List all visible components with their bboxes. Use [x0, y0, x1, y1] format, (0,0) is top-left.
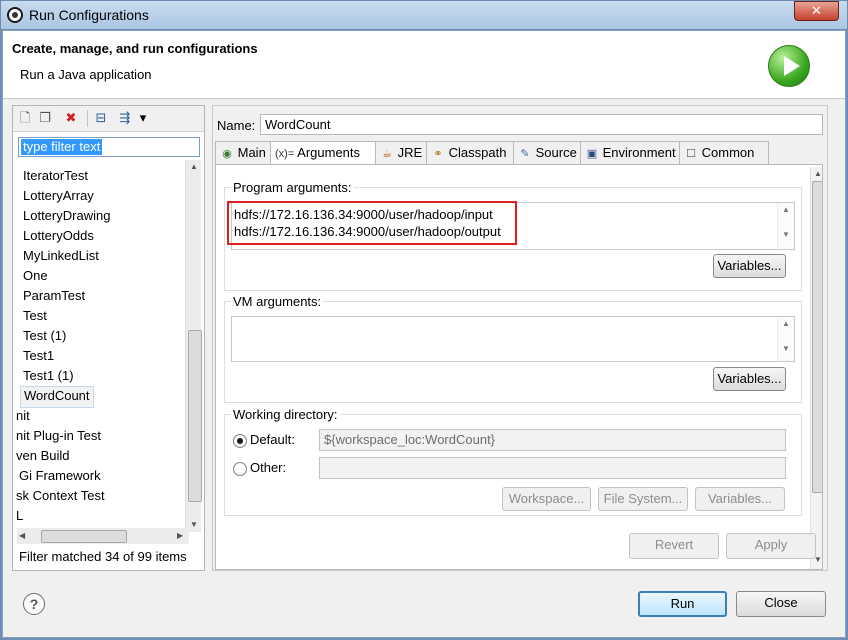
main-tab-icon: ◉	[222, 148, 232, 160]
other-radio[interactable]	[233, 462, 247, 476]
collapse-all-icon[interactable]: ⊟	[93, 110, 109, 126]
list-item[interactable]: Test1 (1)	[20, 366, 77, 386]
content-scroll-thumb[interactable]	[812, 181, 822, 493]
tab-main-label: Main	[237, 145, 266, 160]
scroll-up-icon[interactable]: ▲	[814, 169, 822, 178]
default-label: Default:	[250, 432, 295, 447]
list-vertical-scroll-thumb[interactable]	[188, 330, 202, 502]
list-item[interactable]: ven Build	[13, 446, 72, 466]
filter-input[interactable]: type filter text	[18, 137, 200, 157]
apply-button[interactable]: Apply	[726, 533, 816, 559]
help-icon[interactable]: ?	[23, 593, 45, 615]
run-icon	[768, 45, 810, 87]
program-arguments-group: Program arguments: hdfs://172.16.136.34:…	[224, 180, 802, 291]
environment-tab-icon: ▣	[586, 148, 598, 160]
working-dir-variables-button[interactable]: Variables...	[695, 487, 785, 511]
vm-variables-button[interactable]: Variables...	[713, 367, 786, 391]
run-button[interactable]: Run	[638, 591, 727, 617]
tab-jre-label: JRE	[397, 145, 423, 160]
common-tab-icon: ☐	[686, 148, 696, 160]
program-arguments-scrollbar[interactable]: ▲ ▼	[777, 203, 794, 249]
duplicate-icon[interactable]: ❐	[37, 110, 53, 126]
dialog-header: Create, manage, and run configurations R…	[3, 31, 845, 99]
scroll-left-icon[interactable]: ◀	[19, 531, 25, 540]
other-label: Other:	[250, 460, 287, 475]
list-vertical-scrollbar[interactable]: ▲ ▼	[185, 160, 202, 532]
other-directory-field[interactable]	[319, 457, 786, 479]
list-item[interactable]: Test (1)	[20, 326, 69, 346]
jre-tab-icon: ☕	[382, 148, 392, 160]
list-item[interactable]: sk Context Test	[13, 486, 108, 506]
window-title: Run Configurations	[29, 7, 149, 23]
new-configuration-icon[interactable]: 🗋	[17, 110, 33, 126]
scroll-down-icon[interactable]: ▼	[190, 520, 198, 529]
list-horizontal-scrollbar[interactable]: ◀ ▶	[17, 528, 189, 544]
list-item[interactable]: nit	[13, 406, 33, 426]
filter-status-text: Filter matched 34 of 99 items	[19, 549, 187, 564]
scroll-up-icon[interactable]: ▲	[190, 162, 198, 171]
view-menu-icon[interactable]: ▾	[135, 110, 151, 126]
list-item[interactable]: LotteryOdds	[20, 226, 97, 246]
title-bar: Run Configurations ✕	[0, 0, 848, 30]
list-horizontal-scroll-thumb[interactable]	[41, 530, 127, 543]
configuration-list-panel: 🗋 ❐ ✖ ⊟ ⇶ ▾ type filter text IteratorTes…	[12, 105, 205, 571]
list-item[interactable]: Test	[20, 306, 50, 326]
classpath-tab-icon: ⚭	[433, 148, 443, 160]
working-directory-label: Working directory:	[231, 407, 340, 422]
tab-classpath-label: Classpath	[448, 145, 507, 160]
eclipse-icon	[7, 7, 23, 23]
list-item[interactable]: Gi Framework	[16, 466, 104, 486]
vm-arguments-scrollbar[interactable]: ▲ ▼	[777, 317, 794, 361]
tab-bar: ◉ Main (x)= Arguments ☕ JRE ⚭ Classpath …	[215, 141, 823, 169]
highlight-box	[227, 201, 517, 245]
arguments-tab-icon: (x)=	[275, 148, 295, 160]
list-item[interactable]: L	[13, 506, 26, 526]
filter-icon[interactable]: ⇶	[117, 110, 133, 126]
working-directory-group: Working directory: Default: ${workspace_…	[224, 407, 802, 516]
list-item[interactable]: Test1	[20, 346, 57, 366]
tab-arguments-label: Arguments	[297, 145, 361, 160]
list-item[interactable]: nit Plug-in Test	[13, 426, 104, 446]
list-item[interactable]: LotteryDrawing	[20, 206, 113, 226]
content-vertical-scrollbar[interactable]: ▲ ▼	[810, 167, 822, 569]
configuration-editor: Name: WordCount ◉ Main (x)= Arguments ☕ …	[212, 105, 828, 571]
toolbar-divider	[87, 110, 88, 127]
vm-arguments-label: VM arguments:	[231, 294, 324, 309]
tab-common-label: Common	[701, 145, 755, 160]
arguments-tab-content: Program arguments: hdfs://172.16.136.34:…	[215, 164, 823, 570]
filter-text-selection: type filter text	[21, 139, 103, 155]
vm-arguments-group: VM arguments: ▲ ▼ Variables...	[224, 294, 802, 403]
header-title: Create, manage, and run configurations	[12, 41, 258, 56]
run-configurations-dialog: Create, manage, and run configurations R…	[2, 30, 846, 638]
program-arguments-label: Program arguments:	[231, 180, 354, 195]
list-item[interactable]: MyLinkedList	[20, 246, 102, 266]
list-item-selected[interactable]: WordCount	[20, 386, 94, 408]
file-system-button[interactable]: File System...	[598, 487, 688, 511]
scroll-right-icon[interactable]: ▶	[177, 531, 183, 540]
delete-icon[interactable]: ✖	[63, 110, 79, 126]
tab-source-label: Source	[535, 145, 577, 160]
name-label: Name:	[217, 118, 256, 133]
revert-button[interactable]: Revert	[629, 533, 719, 559]
workspace-button[interactable]: Workspace...	[502, 487, 591, 511]
program-variables-button[interactable]: Variables...	[713, 254, 786, 278]
list-item[interactable]: One	[20, 266, 51, 286]
list-toolbar: 🗋 ❐ ✖ ⊟ ⇶ ▾	[13, 106, 204, 132]
name-field[interactable]: WordCount	[260, 114, 823, 135]
list-item[interactable]: LotteryArray	[20, 186, 97, 206]
list-item[interactable]: ParamTest	[20, 286, 88, 306]
close-button[interactable]: Close	[736, 591, 826, 617]
source-tab-icon: ✎	[520, 148, 530, 160]
vm-arguments-textarea[interactable]: ▲ ▼	[231, 316, 795, 362]
tab-environment-label: Environment	[602, 145, 676, 160]
default-directory-field: ${workspace_loc:WordCount}	[319, 429, 786, 451]
configuration-tree: IteratorTest LotteryArray LotteryDrawing…	[13, 160, 188, 532]
default-radio[interactable]	[233, 434, 247, 448]
window-close-button[interactable]: ✕	[794, 1, 839, 21]
list-item[interactable]: IteratorTest	[20, 166, 91, 186]
header-description: Run a Java application	[20, 67, 152, 82]
